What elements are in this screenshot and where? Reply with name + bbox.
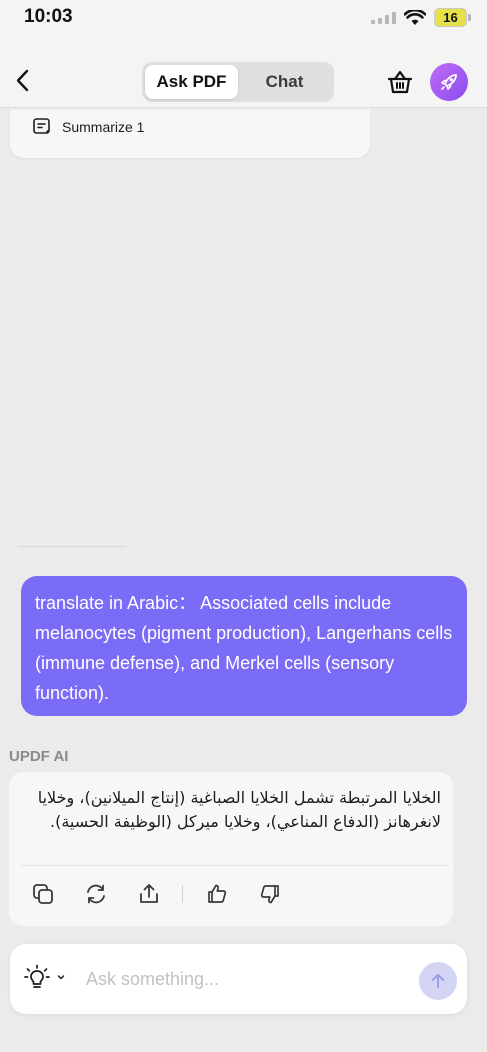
divider bbox=[18, 546, 126, 547]
back-button[interactable] bbox=[12, 66, 36, 96]
upgrade-button[interactable] bbox=[430, 63, 468, 101]
home-indicator-area bbox=[0, 1040, 487, 1052]
composer bbox=[10, 944, 467, 1014]
battery-icon: 16 bbox=[434, 8, 471, 27]
lightbulb-icon bbox=[24, 964, 50, 988]
chevron-down-icon[interactable] bbox=[56, 972, 66, 982]
user-message-text: translate in Arabic： Associated cells in… bbox=[35, 593, 453, 703]
ai-response-card: الخلايا المرتبطة تشمل الخلايا الصباغية (… bbox=[9, 772, 453, 926]
prompt-ideas-button[interactable] bbox=[24, 964, 50, 992]
thumbs-up-button[interactable] bbox=[203, 880, 231, 908]
copy-button[interactable] bbox=[29, 880, 57, 908]
basket-icon bbox=[387, 70, 413, 94]
status-indicators: 16 bbox=[371, 8, 471, 27]
thumbs-down-icon bbox=[260, 885, 279, 904]
ai-sender-label: UPDF AI bbox=[9, 748, 69, 765]
summary-label: Summarize 1 bbox=[62, 119, 145, 135]
arrow-up-icon bbox=[431, 973, 445, 988]
mode-segmented-control: Ask PDF Chat bbox=[142, 62, 334, 102]
send-button[interactable] bbox=[419, 962, 457, 1000]
share-icon bbox=[140, 884, 158, 903]
status-time: 10:03 bbox=[24, 6, 73, 27]
refresh-icon bbox=[87, 884, 105, 904]
tab-ask-pdf[interactable]: Ask PDF bbox=[145, 65, 238, 99]
ai-card-divider bbox=[21, 865, 449, 866]
summarize-icon bbox=[33, 118, 50, 134]
signal-icon bbox=[371, 11, 396, 24]
status-bar: 10:03 16 bbox=[0, 0, 487, 40]
regenerate-button[interactable] bbox=[82, 880, 110, 908]
basket-button[interactable] bbox=[386, 68, 414, 96]
nav-bar: Ask PDF Chat bbox=[0, 40, 487, 108]
share-button[interactable] bbox=[135, 880, 163, 908]
rocket-icon bbox=[441, 74, 457, 90]
wifi-icon bbox=[404, 9, 426, 25]
copy-icon bbox=[33, 884, 53, 904]
action-separator bbox=[182, 885, 183, 903]
thumbs-up-icon bbox=[208, 884, 227, 903]
summary-card[interactable]: Summarize 1 bbox=[10, 110, 370, 158]
tab-chat[interactable]: Chat bbox=[238, 65, 331, 99]
user-message-bubble: translate in Arabic： Associated cells in… bbox=[21, 576, 467, 716]
thumbs-down-button[interactable] bbox=[256, 880, 284, 908]
ai-action-bar bbox=[29, 880, 309, 908]
battery-level: 16 bbox=[443, 10, 458, 25]
chevron-left-icon bbox=[16, 69, 29, 92]
ai-response-text: الخلايا المرتبطة تشمل الخلايا الصباغية (… bbox=[37, 788, 441, 831]
ask-input[interactable] bbox=[86, 964, 406, 994]
